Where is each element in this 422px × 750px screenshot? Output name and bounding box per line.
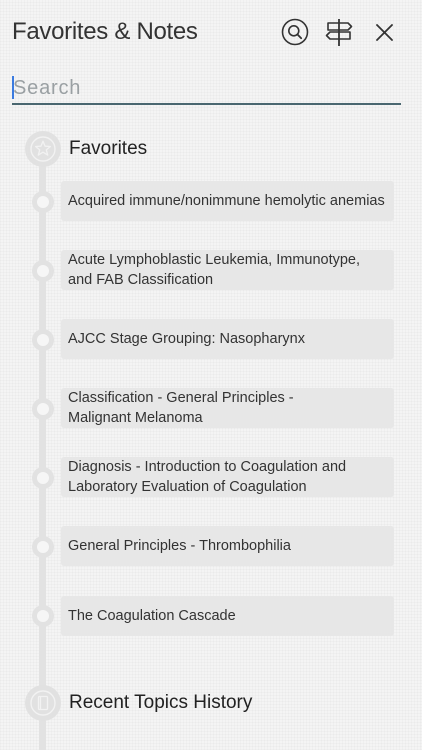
timeline-node	[32, 260, 54, 282]
favorite-item[interactable]: Acquired immune/nonimmune hemolytic anem…	[61, 181, 394, 221]
favorites-section-title: Favorites	[69, 138, 148, 159]
favorite-item-label: AJCC Stage Grouping: Nasopharynx	[68, 331, 305, 347]
search-field	[12, 74, 402, 105]
search-input[interactable]	[12, 74, 402, 102]
timeline-node	[32, 605, 54, 627]
search-icon[interactable]	[279, 16, 311, 48]
signpost-icon[interactable]	[323, 16, 355, 48]
favorite-item[interactable]: The Coagulation Cascade	[61, 596, 394, 636]
favorite-item[interactable]: AJCC Stage Grouping: Nasopharynx	[61, 319, 394, 359]
favorite-item-label: Acute Lymphoblastic Leukemia, Immunotype…	[68, 252, 361, 288]
history-section-title[interactable]: Recent Topics History	[69, 692, 252, 714]
favorite-item[interactable]: Diagnosis - Introduction to Coagulation …	[61, 457, 394, 497]
close-icon[interactable]	[368, 16, 400, 48]
timeline-node	[32, 398, 54, 420]
favorite-item-label: General Principles - Thrombophilia	[68, 538, 291, 554]
timeline-line	[39, 150, 46, 750]
favorite-item-label: Classification - General Principles - Ma…	[68, 390, 294, 426]
favorite-item[interactable]: General Principles - Thrombophilia	[61, 526, 394, 566]
favorite-item-label: Acquired immune/nonimmune hemolytic anem…	[68, 193, 385, 209]
book-icon	[25, 685, 61, 721]
favorite-item-label: The Coagulation Cascade	[68, 608, 236, 624]
timeline-node	[32, 536, 54, 558]
favorite-item-label: Diagnosis - Introduction to Coagulation …	[68, 459, 347, 495]
page-title: Favorites & Notes	[12, 18, 198, 45]
timeline-node	[32, 467, 54, 489]
favorite-item[interactable]: Acute Lymphoblastic Leukemia, Immunotype…	[61, 250, 394, 290]
favorite-item[interactable]: Classification - General Principles - Ma…	[61, 388, 394, 428]
header: Favorites & Notes	[0, 0, 422, 64]
star-icon	[25, 131, 61, 167]
timeline-node	[32, 191, 54, 213]
timeline-node	[32, 329, 54, 351]
